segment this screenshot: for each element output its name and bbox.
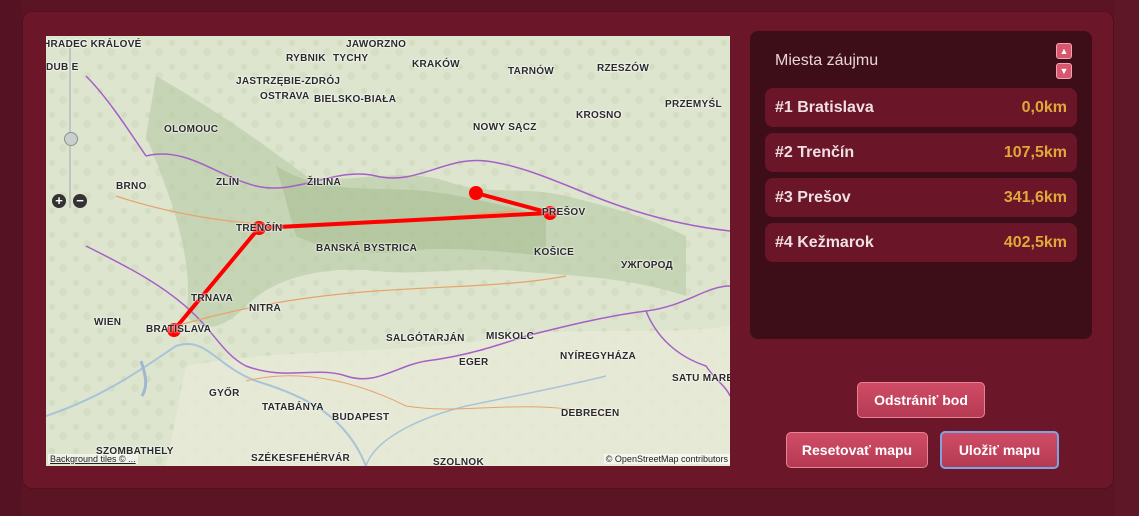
city-label: JASTRZĘBIE-ZDRÓJ bbox=[236, 76, 341, 87]
city-label: ŽILINA bbox=[307, 177, 342, 188]
tiles-attribution[interactable]: Background tiles © ... bbox=[48, 454, 138, 464]
poi-distance: 402,5km bbox=[1003, 234, 1067, 251]
city-label: УЖГОРОД bbox=[621, 260, 673, 271]
poi-distance: 0,0km bbox=[1021, 99, 1067, 116]
panel-title: Miesta záujmu bbox=[775, 52, 879, 69]
save-map-button[interactable]: Uložiť mapu bbox=[940, 431, 1059, 469]
city-label: SALGÓTARJÁN bbox=[386, 333, 465, 344]
city-label: MISKOLC bbox=[486, 331, 535, 342]
map-view[interactable]: HRADEC KRÁLOVÉ DUBIE RYBNIK TYCHY JAWORZ… bbox=[46, 36, 730, 466]
city-label: HRADEC KRÁLOVÉ bbox=[46, 39, 142, 50]
poi-label: #1 Bratislava bbox=[775, 99, 874, 116]
city-label: EGER bbox=[459, 357, 489, 368]
zoom-out-icon[interactable]: − bbox=[73, 194, 87, 208]
reset-map-button[interactable]: Resetovať mapu bbox=[786, 432, 928, 468]
list-item[interactable]: #3 Prešov 341,6km bbox=[765, 178, 1077, 217]
city-label: OLOMOUC bbox=[164, 124, 219, 135]
city-label: BIELSKO-BIAŁA bbox=[314, 94, 397, 105]
points-of-interest-panel: Miesta záujmu ▲ ▼ #1 Bratislava 0,0km #2… bbox=[750, 31, 1092, 339]
city-label: PREŠOV bbox=[542, 207, 586, 218]
city-label: RYBNIK bbox=[286, 53, 326, 64]
city-label: TYCHY bbox=[333, 53, 369, 64]
move-down-icon[interactable]: ▼ bbox=[1056, 63, 1072, 79]
city-label: DEBRECEN bbox=[561, 408, 620, 419]
city-label: KROSNO bbox=[576, 110, 622, 121]
city-label: NOWY SĄCZ bbox=[473, 122, 537, 133]
poi-distance: 341,6km bbox=[1003, 189, 1067, 206]
background-right bbox=[1114, 0, 1139, 516]
zoom-slider-track[interactable] bbox=[69, 48, 71, 208]
list-item[interactable]: #1 Bratislava 0,0km bbox=[765, 88, 1077, 127]
list-item[interactable]: #4 Kežmarok 402,5km bbox=[765, 223, 1077, 262]
background-left bbox=[0, 0, 22, 516]
move-up-icon[interactable]: ▲ bbox=[1056, 43, 1072, 59]
poi-label: #2 Trenčín bbox=[775, 144, 855, 161]
city-label: TRNAVA bbox=[191, 293, 233, 304]
city-label: TARNÓW bbox=[508, 66, 555, 77]
city-label: TATABÁNYA bbox=[262, 402, 324, 413]
city-label: ZLÍN bbox=[216, 177, 240, 188]
zoom-in-icon[interactable]: + bbox=[52, 194, 66, 208]
city-label: PRZEMYŚL bbox=[665, 99, 722, 110]
remove-point-button[interactable]: Odstrániť bod bbox=[857, 382, 985, 418]
city-label: JAWORZNO bbox=[346, 39, 407, 50]
city-label: WIEN bbox=[94, 317, 122, 328]
city-label: BRATISLAVA bbox=[146, 324, 212, 335]
city-label: RZESZÓW bbox=[597, 63, 650, 74]
city-label: BANSKÁ BYSTRICA bbox=[316, 243, 418, 254]
city-label: GYŐR bbox=[209, 388, 240, 399]
list-item[interactable]: #2 Trenčín 107,5km bbox=[765, 133, 1077, 172]
city-label: NYÍREGYHÁZA bbox=[560, 351, 637, 362]
city-label: KRAKÓW bbox=[412, 59, 460, 70]
route-marker[interactable] bbox=[469, 186, 483, 200]
city-label: TRENČÍN bbox=[236, 223, 283, 234]
poi-label: #4 Kežmarok bbox=[775, 234, 874, 251]
zoom-slider-handle[interactable] bbox=[64, 132, 78, 146]
city-label: BUDAPEST bbox=[332, 412, 390, 423]
poi-distance: 107,5km bbox=[1003, 144, 1067, 161]
city-label: NITRA bbox=[249, 303, 282, 314]
city-label: DUBIE bbox=[46, 62, 79, 73]
osm-attribution[interactable]: © OpenStreetMap contributors bbox=[603, 454, 730, 464]
city-label: OSTRAVA bbox=[260, 91, 310, 102]
city-label: KOŠICE bbox=[534, 247, 575, 258]
city-label: SZOLNOK bbox=[433, 457, 484, 466]
city-label: SATU MARE bbox=[672, 373, 730, 384]
poi-label: #3 Prešov bbox=[775, 189, 851, 206]
city-label: SZÉKESFEHÉRVÁR bbox=[251, 453, 351, 464]
city-label: BRNO bbox=[116, 181, 147, 192]
